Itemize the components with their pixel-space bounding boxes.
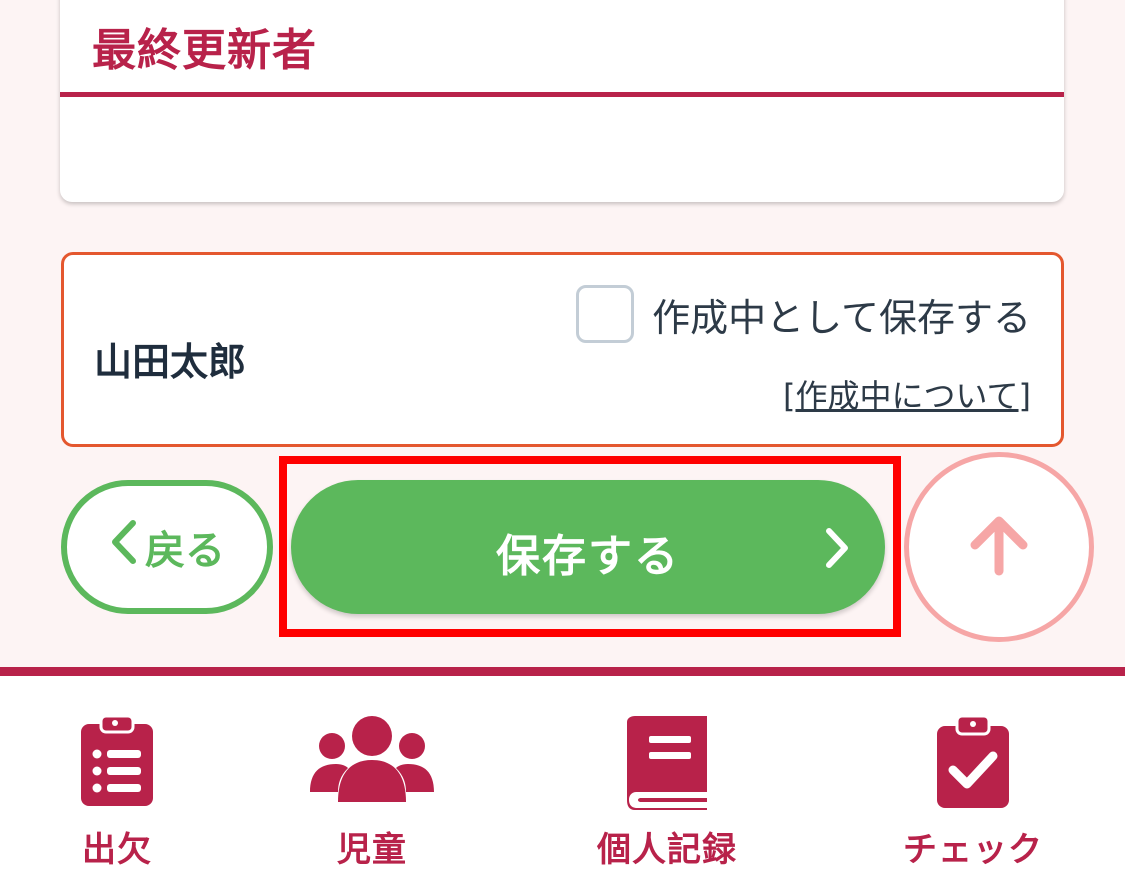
- users-icon: [272, 714, 472, 804]
- about-draft-open-bracket: [: [782, 377, 796, 415]
- book-icon: [567, 714, 767, 810]
- last-updater-title: 最終更新者: [92, 25, 317, 76]
- nav-item-check[interactable]: チェック: [873, 676, 1073, 876]
- nav-label-check: チェック: [903, 830, 1043, 870]
- author-box: 山田太郎 作成中として保存する [作成中について]: [61, 252, 1064, 447]
- nav-item-children[interactable]: 児童: [272, 676, 472, 876]
- chevron-left-icon: [109, 519, 139, 575]
- arrow-up-icon: [967, 513, 1031, 581]
- last-updater-card: 最終更新者: [60, 0, 1064, 202]
- nav-item-attendance[interactable]: 出欠: [17, 676, 217, 876]
- save-button[interactable]: 保存する: [291, 480, 885, 614]
- title-divider: [60, 92, 1064, 97]
- save-button-label: 保存する: [496, 531, 680, 582]
- nav-label-personal-records: 個人記録: [597, 830, 737, 870]
- about-draft-link[interactable]: 作成中について: [795, 377, 1018, 415]
- back-button-label: 戻る: [145, 528, 225, 574]
- about-draft: [作成中について]: [783, 371, 1031, 417]
- clipboard-list-icon: [17, 714, 217, 808]
- draft-checkbox-label: 作成中として保存する: [652, 295, 1031, 340]
- nav-label-children: 児童: [337, 830, 407, 870]
- scroll-to-top-button[interactable]: [904, 452, 1094, 642]
- back-button[interactable]: 戻る: [61, 480, 273, 614]
- about-draft-close-bracket: ]: [1018, 377, 1031, 415]
- chevron-right-icon: [823, 527, 851, 573]
- nav-item-personal-records[interactable]: 個人記録: [567, 676, 767, 876]
- clipboard-check-icon: [873, 714, 1073, 810]
- draft-checkbox[interactable]: [576, 285, 635, 343]
- bottom-nav: 出欠 児童 個人記録 チェック: [0, 667, 1125, 876]
- save-as-draft-toggle[interactable]: 作成中として保存する: [576, 285, 1031, 343]
- nav-label-attendance: 出欠: [82, 830, 152, 870]
- author-name: 山田太郎: [94, 340, 247, 384]
